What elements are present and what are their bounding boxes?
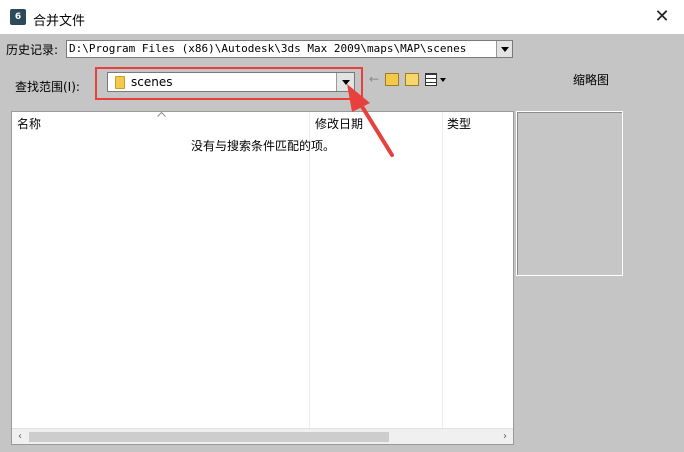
column-header-date[interactable]: 修改日期: [315, 115, 363, 132]
new-folder-icon[interactable]: [405, 73, 419, 86]
column-divider: [442, 112, 443, 432]
history-dropdown-button[interactable]: [496, 41, 512, 57]
chevron-down-icon[interactable]: [440, 78, 446, 82]
thumbnail-label: 缩略图: [573, 73, 610, 87]
scroll-right-icon[interactable]: ›: [497, 431, 513, 443]
empty-message: 没有与搜索条件匹配的项。: [191, 139, 336, 153]
lookin-label: 查找范围(I):: [15, 80, 80, 94]
lookin-value: scenes: [131, 75, 173, 89]
lookin-combo[interactable]: scenes: [107, 72, 355, 92]
close-button[interactable]: ✕: [640, 0, 684, 34]
history-combo[interactable]: D:\Program Files (x86)\Autodesk\3ds Max …: [66, 40, 513, 58]
file-list[interactable]: 名称 修改日期 类型 没有与搜索条件匹配的项。 ‹ ›: [11, 111, 514, 445]
scrollbar-thumb[interactable]: [29, 432, 389, 442]
column-header-name[interactable]: 名称: [17, 115, 41, 132]
horizontal-scrollbar[interactable]: ‹ ›: [12, 428, 513, 444]
chevron-down-icon: [341, 79, 350, 85]
thumbnail-preview: [516, 111, 623, 276]
back-arrow-icon[interactable]: ←: [369, 73, 383, 86]
view-menu-icon[interactable]: [425, 73, 437, 86]
column-header-type[interactable]: 类型: [447, 115, 471, 132]
chevron-down-icon: [500, 46, 509, 52]
scroll-left-icon[interactable]: ‹: [12, 431, 28, 443]
window-title: 合并文件: [33, 14, 86, 29]
history-value: D:\Program Files (x86)\Autodesk\3ds Max …: [69, 42, 467, 55]
folder-icon: [115, 76, 125, 89]
title-bar: 6 合并文件 ✕: [0, 0, 684, 34]
app-icon: 6: [10, 9, 26, 25]
column-divider: [309, 112, 310, 432]
lookin-dropdown-button[interactable]: [336, 73, 354, 91]
sort-ascending-icon: [157, 112, 166, 117]
up-folder-icon[interactable]: [385, 73, 399, 86]
history-label: 历史记录:: [6, 43, 59, 57]
